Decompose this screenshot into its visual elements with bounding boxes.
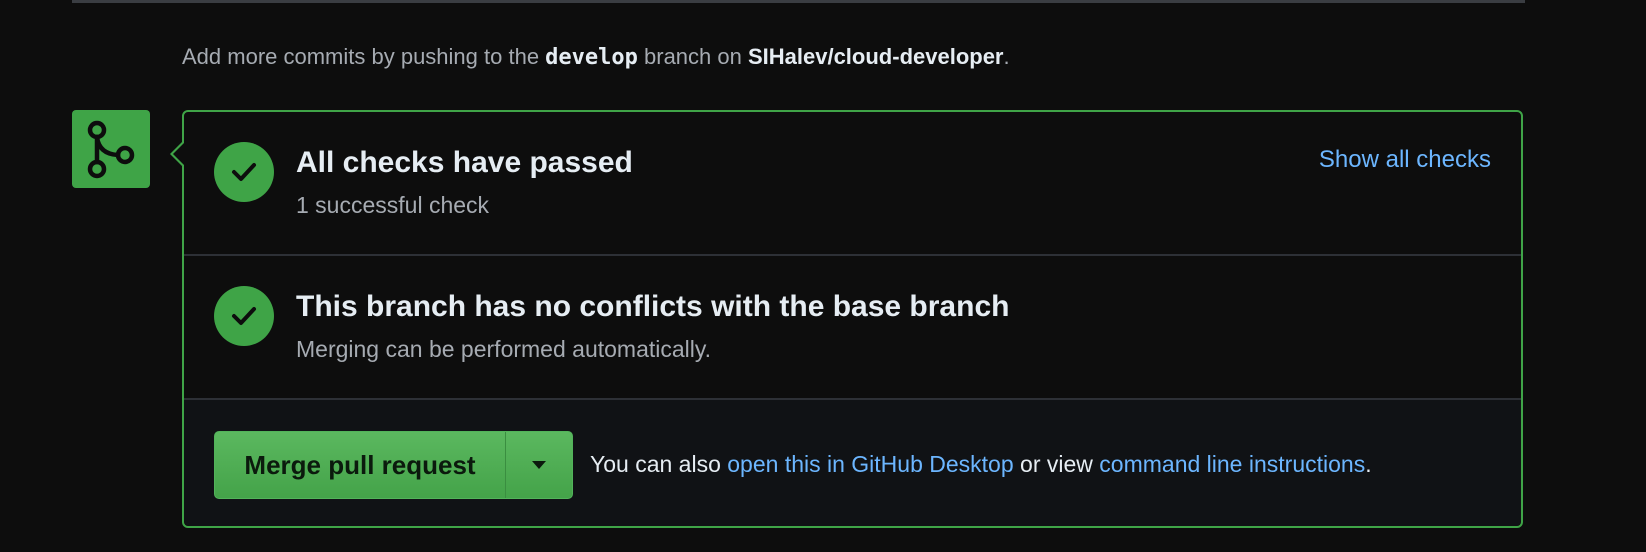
command-line-instructions-link[interactable]: command line instructions <box>1099 451 1365 477</box>
merge-hint-prefix: You can also <box>590 451 728 477</box>
checks-status-indicator <box>214 142 274 202</box>
open-github-desktop-link[interactable]: open this in GitHub Desktop <box>727 451 1013 477</box>
git-merge-icon <box>87 120 135 179</box>
caret-down-icon <box>532 461 546 469</box>
checks-title: All checks have passed <box>296 146 633 179</box>
conflicts-status-indicator <box>214 286 274 346</box>
check-icon <box>232 307 256 325</box>
show-all-checks-link[interactable]: Show all checks <box>1319 146 1491 174</box>
merge-hint-middle: or view <box>1013 451 1100 477</box>
conflicts-title: This branch has no conflicts with the ba… <box>296 290 1010 323</box>
merge-badge <box>72 110 150 188</box>
push-hint-middle: branch on <box>637 44 748 69</box>
merge-button-group: Merge pull request <box>214 431 573 499</box>
checks-section: All checks have passed 1 successful chec… <box>184 112 1521 256</box>
merge-pull-request-button[interactable]: Merge pull request <box>215 432 506 498</box>
merge-method-dropdown[interactable] <box>506 432 572 498</box>
branch-name: develop <box>545 45 638 70</box>
merge-hint: You can also open this in GitHub Desktop… <box>590 451 1372 478</box>
pr-merge-page: Add more commits by pushing to the devel… <box>0 0 1646 552</box>
conflicts-subtitle: Merging can be performed automatically. <box>296 336 712 362</box>
checks-subtitle: 1 successful check <box>296 192 490 218</box>
repo-name: SIHalev/cloud-developer <box>747 44 1004 69</box>
merge-status-box: All checks have passed 1 successful chec… <box>182 110 1523 528</box>
check-icon <box>232 163 256 181</box>
box-pointer-inner <box>173 143 184 165</box>
push-hint: Add more commits by pushing to the devel… <box>182 44 1010 70</box>
timeline-divider <box>72 0 1525 3</box>
conflicts-section: This branch has no conflicts with the ba… <box>184 256 1521 400</box>
merge-hint-suffix: . <box>1365 451 1372 477</box>
push-hint-prefix: Add more commits by pushing to the <box>182 44 546 69</box>
merge-section: Merge pull request You can also open thi… <box>184 400 1521 526</box>
push-hint-suffix: . <box>1003 44 1010 69</box>
